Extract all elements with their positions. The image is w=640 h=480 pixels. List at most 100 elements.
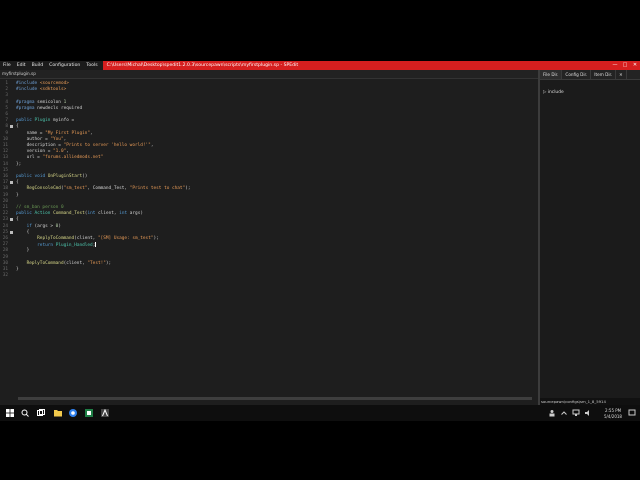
menu-configuration[interactable]: Configuration bbox=[46, 61, 83, 70]
code-line[interactable]: 15 bbox=[0, 168, 538, 174]
code-line[interactable]: 22 public Action Command_Test(int client,… bbox=[0, 211, 538, 217]
fold-marker-icon[interactable] bbox=[10, 230, 13, 234]
tree-item-include[interactable]: ▷ include bbox=[543, 90, 564, 95]
menu-tools[interactable]: Tools bbox=[83, 61, 100, 70]
code-text: public Plugin myinfo = bbox=[16, 118, 75, 124]
code-line[interactable]: 6 bbox=[0, 112, 538, 118]
minimize-button[interactable]: — bbox=[610, 61, 620, 70]
chrome-icon[interactable] bbox=[69, 409, 77, 417]
code-text: if (args > 0) bbox=[26, 223, 61, 229]
code-line[interactable]: 25 { bbox=[0, 230, 538, 236]
people-icon[interactable] bbox=[548, 409, 556, 417]
maximize-button[interactable]: □ bbox=[620, 61, 630, 70]
volume-icon[interactable] bbox=[584, 409, 592, 417]
line-number: 4 bbox=[5, 99, 8, 105]
code-text: ReplyToCommand(client, "[SM] Usage: sm_t… bbox=[37, 236, 159, 241]
code-line[interactable]: 14}; bbox=[0, 162, 538, 168]
tab-item-dir[interactable]: Item Dir. bbox=[591, 70, 617, 79]
line-number: 25 bbox=[2, 229, 8, 235]
clock-date[interactable]: 5/4/2018 bbox=[604, 414, 622, 419]
code-line[interactable]: 9 name = "My First Plugin", bbox=[0, 131, 538, 137]
horizontal-scrollbar[interactable] bbox=[0, 395, 538, 403]
code-text: #include <sdktools> bbox=[16, 87, 67, 93]
network-icon[interactable] bbox=[572, 409, 580, 417]
code-line[interactable]: 18 RegConsoleCmd("sm_test", Command_Test… bbox=[0, 186, 538, 192]
line-number: 18 bbox=[2, 186, 8, 192]
code-line[interactable]: 20 bbox=[0, 199, 538, 205]
code-line[interactable]: 16 public void OnPluginStart() bbox=[0, 174, 538, 180]
code-text: public Action Command_Test(int client, i… bbox=[16, 211, 143, 217]
code-text: url = "forums.alliedmods.net" bbox=[16, 155, 104, 161]
scrollbar-thumb[interactable] bbox=[18, 397, 532, 400]
code-line[interactable]: 8{ bbox=[0, 124, 538, 130]
fold-marker-icon[interactable] bbox=[10, 181, 13, 185]
code-text: author = "You", bbox=[16, 136, 67, 142]
clock-time[interactable]: 2:55 PM bbox=[605, 408, 621, 413]
code-text: { bbox=[16, 124, 19, 130]
code-line[interactable]: 23 { bbox=[0, 217, 538, 223]
search-icon[interactable] bbox=[21, 409, 29, 417]
line-number: 15 bbox=[2, 167, 8, 173]
windows-start-icon[interactable] bbox=[6, 409, 14, 417]
line-number: 9 bbox=[5, 130, 8, 136]
code-text: #pragma newdecls required bbox=[16, 105, 83, 111]
file-explorer-icon[interactable] bbox=[54, 409, 62, 417]
file-browser-tabs: File Dir. Config Dir. Item Dir. ✕ bbox=[540, 70, 640, 80]
code-line[interactable]: 4 #pragma semicolon 1 bbox=[0, 100, 538, 106]
code-line[interactable]: 28 } bbox=[0, 248, 538, 254]
editor-tab[interactable]: myfirstplugin.sp bbox=[2, 71, 36, 76]
code-line[interactable]: 10 author = "You", bbox=[0, 137, 538, 143]
panel-close-icon[interactable]: ✕ bbox=[616, 70, 627, 79]
spedit-app-icon[interactable] bbox=[101, 409, 109, 417]
line-number: 5 bbox=[5, 105, 8, 111]
close-button[interactable]: ✕ bbox=[630, 61, 640, 70]
code-line[interactable]: 5 #pragma newdecls required bbox=[0, 106, 538, 112]
menu-file[interactable]: File bbox=[0, 61, 14, 70]
tab-config-dir[interactable]: Config Dir. bbox=[562, 70, 592, 79]
code-text: }; bbox=[16, 161, 22, 167]
line-number: 19 bbox=[2, 192, 8, 198]
code-line[interactable]: 1 #include <sourcemod> bbox=[0, 81, 538, 87]
spreadsheet-app-icon[interactable] bbox=[85, 409, 93, 417]
line-number: 8 bbox=[5, 124, 8, 130]
menu-edit[interactable]: Edit bbox=[14, 61, 29, 70]
code-line[interactable]: 29 bbox=[0, 255, 538, 261]
line-number: 23 bbox=[2, 217, 8, 223]
code-line[interactable]: 24 if (args > 0) bbox=[0, 224, 538, 230]
code-text: { bbox=[16, 229, 30, 235]
line-number: 24 bbox=[2, 223, 8, 229]
code-text: ReplyToCommand(client, "Test!"); bbox=[26, 260, 112, 266]
code-line[interactable]: 30 ReplyToCommand(client, "Test!"); bbox=[0, 261, 538, 267]
menu-build[interactable]: Build bbox=[29, 61, 47, 70]
code-line[interactable]: 32 bbox=[0, 273, 538, 279]
menu-bar: File Edit Build Configuration Tools C:\U… bbox=[0, 61, 640, 70]
editor-tab-bar: myfirstplugin.sp bbox=[0, 70, 538, 79]
code-text: } bbox=[16, 267, 19, 272]
code-line[interactable]: 31} bbox=[0, 267, 538, 273]
task-view-icon[interactable] bbox=[37, 409, 45, 417]
code-line[interactable]: 26 ReplyToCommand(client, "[SM] Usage: s… bbox=[0, 236, 538, 242]
line-number: 13 bbox=[2, 155, 8, 161]
line-number: 28 bbox=[2, 248, 8, 254]
line-number: 20 bbox=[2, 198, 8, 204]
line-number: 29 bbox=[2, 254, 8, 260]
code-text: name = "My First Plugin", bbox=[16, 130, 93, 136]
code-line[interactable]: 13 url = "forums.alliedmods.net" bbox=[0, 155, 538, 161]
code-line[interactable]: 3 bbox=[0, 93, 538, 99]
code-text: } bbox=[16, 248, 30, 254]
notification-icon[interactable] bbox=[628, 409, 636, 417]
line-number: 30 bbox=[2, 260, 8, 266]
code-editor[interactable]: 1 #include <sourcemod> 2 #include <sdktools… bbox=[0, 79, 538, 395]
code-text: #pragma semicolon 1 bbox=[16, 99, 67, 105]
fold-marker-icon[interactable] bbox=[10, 218, 13, 222]
spedit-window: File Edit Build Configuration Tools C:\U… bbox=[0, 61, 640, 421]
tab-file-dir[interactable]: File Dir. bbox=[540, 70, 563, 79]
code-line[interactable]: 19} bbox=[0, 193, 538, 199]
code-line[interactable]: 2 #include <sdktools> bbox=[0, 87, 538, 93]
line-number: 32 bbox=[2, 273, 8, 279]
code-line[interactable]: 7 public Plugin myinfo = bbox=[0, 118, 538, 124]
code-line[interactable]: 11 description = "Prints to server 'hell… bbox=[0, 143, 538, 149]
fold-marker-icon[interactable] bbox=[10, 125, 13, 129]
code-line[interactable]: 27 return Plugin_Handled; bbox=[0, 242, 538, 248]
show-hidden-icons-icon[interactable] bbox=[560, 409, 568, 417]
